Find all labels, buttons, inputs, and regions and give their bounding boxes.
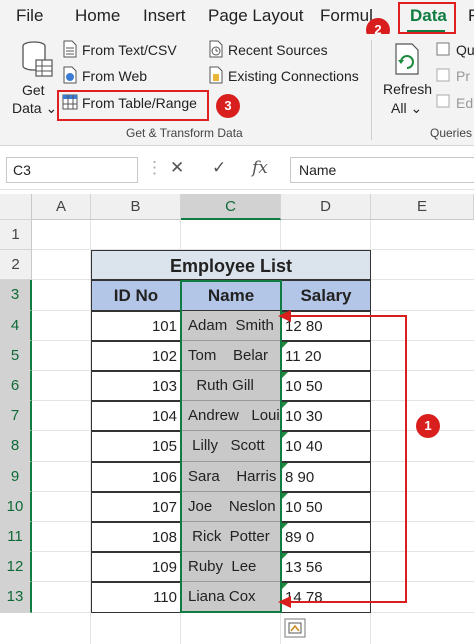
annotation-arrows — [278, 310, 407, 608]
callout-1: 1 — [416, 414, 440, 438]
quick-analysis-icon[interactable] — [284, 618, 306, 638]
